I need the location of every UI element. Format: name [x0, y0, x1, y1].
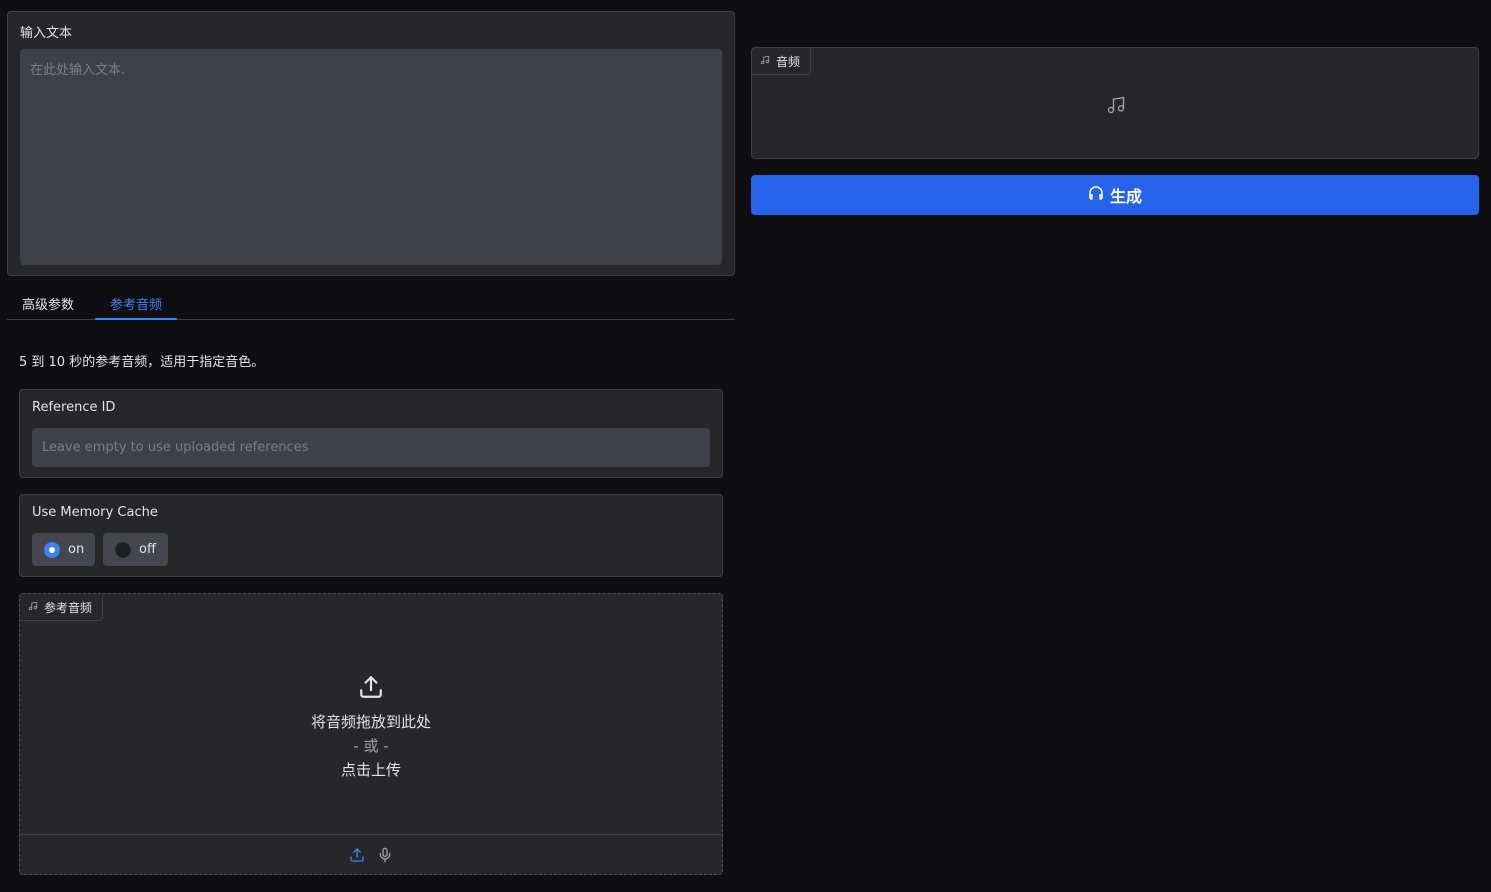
input-text-panel: 输入文本	[7, 11, 735, 276]
microphone-icon[interactable]	[376, 846, 394, 864]
memory-cache-on-label: on	[68, 542, 85, 557]
generate-button-label: 生成	[1109, 187, 1142, 206]
reference-audio-badge: 参考音频	[20, 594, 104, 621]
output-audio-badge: 音频	[752, 48, 812, 75]
memory-cache-off-option[interactable]: off	[103, 533, 168, 566]
upload-icon[interactable]	[348, 846, 366, 864]
tab-advanced-params[interactable]: 高级参数	[7, 285, 89, 320]
radio-unchecked-icon	[115, 541, 131, 558]
music-note-icon	[760, 54, 770, 68]
input-text-field[interactable]	[20, 49, 722, 265]
reference-hint: 5 到 10 秒的参考音频，适用于指定音色。	[19, 355, 265, 370]
or-text: - 或 -	[353, 736, 389, 755]
reference-id-panel: Reference ID	[19, 389, 723, 478]
tab-bar: 高级参数 参考音频	[7, 285, 735, 320]
memory-cache-panel: Use Memory Cache on off	[19, 494, 723, 577]
upload-source-bar	[20, 834, 722, 874]
app-root: 输入文本 高级参数 参考音频 5 到 10 秒的参考音频，适用于指定音色。 Re…	[0, 0, 1491, 892]
input-text-label: 输入文本	[20, 26, 73, 41]
radio-checked-icon	[44, 541, 60, 558]
tab-reference-audio[interactable]: 参考音频	[95, 285, 178, 320]
upload-icon	[358, 674, 384, 704]
memory-cache-off-label: off	[139, 542, 156, 557]
generate-button[interactable]: 生成	[751, 175, 1479, 215]
reference-audio-upload: 参考音频 将音频拖放到此处 - 或 - 点击上传	[19, 593, 723, 875]
reference-id-input[interactable]	[32, 428, 710, 467]
music-note-icon	[28, 600, 38, 614]
output-audio-panel: 音频	[751, 47, 1479, 159]
headphones-icon	[1088, 185, 1104, 205]
click-upload-text: 点击上传	[340, 760, 401, 779]
reference-audio-badge-label: 参考音频	[44, 600, 93, 615]
memory-cache-label: Use Memory Cache	[32, 505, 158, 520]
reference-id-label: Reference ID	[32, 400, 116, 415]
output-audio-badge-label: 音频	[776, 54, 801, 69]
drop-text: 将音频拖放到此处	[310, 712, 431, 731]
audio-drop-zone[interactable]: 将音频拖放到此处 - 或 - 点击上传	[20, 621, 722, 834]
music-note-icon	[1106, 95, 1126, 119]
memory-cache-on-option[interactable]: on	[32, 533, 95, 566]
